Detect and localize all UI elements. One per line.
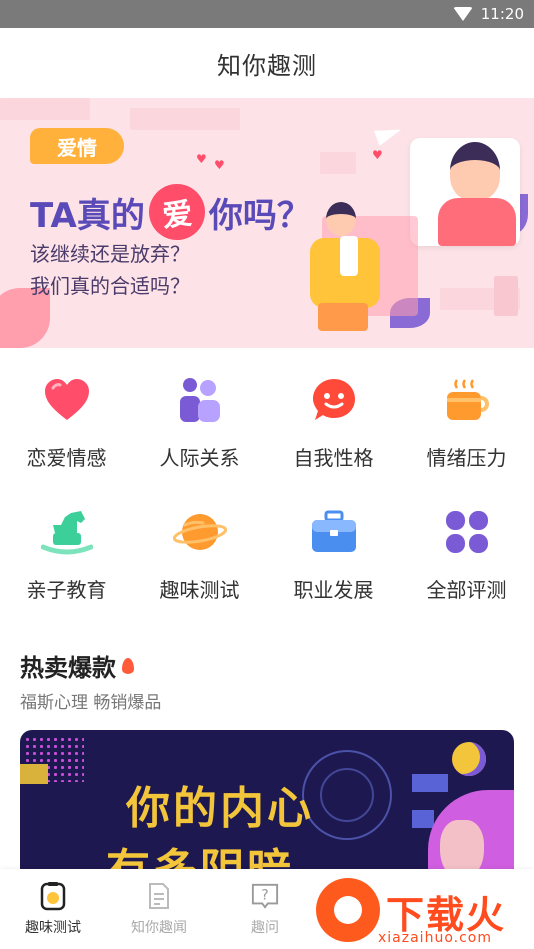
category-label: 情绪压力 bbox=[426, 446, 507, 470]
watermark-url: xiazaihuo.com bbox=[378, 930, 492, 946]
flame-icon bbox=[122, 657, 134, 674]
category-label: 恋爱情感 bbox=[26, 446, 107, 470]
page-title: 知你趣测 bbox=[217, 51, 317, 80]
man-illustration-legs bbox=[318, 303, 368, 331]
wifi-icon bbox=[452, 7, 473, 21]
banner-brick bbox=[0, 98, 90, 120]
section-title: 热卖爆款 bbox=[20, 648, 134, 683]
heart-icon: ♥ bbox=[372, 148, 383, 162]
nav-label: 趣味测试 bbox=[25, 920, 81, 936]
question-icon: ? bbox=[251, 881, 279, 911]
planet-icon bbox=[172, 504, 228, 560]
category-label: 职业发展 bbox=[293, 578, 374, 602]
section-subtitle: 福斯心理 畅销爆品 bbox=[20, 693, 162, 713]
strip-decoration bbox=[20, 764, 48, 784]
category-label: 全部评测 bbox=[426, 578, 507, 602]
moon-icon bbox=[452, 742, 486, 776]
banner-brick bbox=[494, 276, 518, 316]
status-bar: 11:20 bbox=[0, 0, 534, 28]
category-fun[interactable]: 趣味测试 bbox=[133, 480, 266, 612]
category-all[interactable]: 全部评测 bbox=[400, 480, 533, 612]
banner-brick bbox=[130, 108, 240, 130]
category-love[interactable]: 恋爱情感 bbox=[0, 348, 133, 480]
app-header: 知你趣测 bbox=[0, 28, 534, 98]
chat-face-icon bbox=[306, 372, 362, 428]
category-parenting[interactable]: 亲子教育 bbox=[0, 480, 133, 612]
site-watermark: 下载火 xiazaihuo.com bbox=[316, 878, 534, 949]
people-icon bbox=[172, 372, 228, 428]
promo-title-line1: 你的内心 bbox=[126, 783, 314, 834]
category-grid: 恋爱情感 人际关系 自我性格 情绪压力 亲子教育 趣味测试 职业发展 全部评测 bbox=[0, 348, 534, 618]
test-jar-icon bbox=[39, 881, 67, 911]
banner-brick bbox=[320, 152, 356, 174]
download-flame-logo bbox=[316, 878, 380, 942]
banner-subtitle-1: 该继续还是放弃？ bbox=[30, 242, 190, 266]
category-personality[interactable]: 自我性格 bbox=[267, 348, 400, 480]
nav-tab-questions[interactable]: ? 趣问 bbox=[212, 869, 318, 949]
svg-text:?: ? bbox=[261, 888, 268, 904]
category-career[interactable]: 职业发展 bbox=[267, 480, 400, 612]
banner-subtitle-2: 我们真的合适吗？ bbox=[30, 274, 190, 298]
banner-headline: TA真的 爱 你吗？ bbox=[30, 181, 311, 243]
status-bar-right: 11:20 bbox=[452, 0, 524, 28]
woman-illustration-body bbox=[438, 198, 516, 246]
block-decoration bbox=[412, 810, 434, 828]
nav-label: 知你趣闻 bbox=[131, 920, 187, 936]
category-emotion[interactable]: 情绪压力 bbox=[400, 348, 533, 480]
hot-product-card[interactable]: 你的内心 有多阴暗 bbox=[20, 730, 514, 880]
nav-label: 趣问 bbox=[251, 920, 279, 936]
headline-part2: 你吗？ bbox=[208, 195, 311, 236]
category-label: 自我性格 bbox=[293, 446, 374, 470]
heart-icon: ♥ bbox=[196, 152, 207, 166]
block-decoration bbox=[412, 774, 448, 792]
paper-plane-icon bbox=[374, 122, 404, 146]
woman-illustration bbox=[450, 142, 500, 200]
man-illustration bbox=[326, 202, 356, 236]
category-label: 亲子教育 bbox=[26, 578, 107, 602]
category-label: 趣味测试 bbox=[159, 578, 240, 602]
headline-part1: TA真的 bbox=[30, 195, 145, 236]
grid-clover-icon bbox=[439, 504, 495, 560]
category-label: 人际关系 bbox=[159, 446, 240, 470]
promo-banner[interactable]: ♥ ♥ ♥ 爱情 TA真的 爱 你吗？ 该继续还是放弃？ 我们真的合适吗？ bbox=[0, 98, 534, 348]
heart-icon bbox=[39, 372, 95, 428]
headline-love-badge: 爱 bbox=[146, 181, 208, 243]
category-tag: 爱情 bbox=[30, 128, 124, 164]
man-illustration-scarf bbox=[340, 236, 358, 276]
rocking-horse-icon bbox=[39, 504, 95, 560]
document-icon bbox=[145, 881, 173, 911]
hot-title-text: 热卖爆款 bbox=[20, 654, 116, 682]
nav-tab-fun-test[interactable]: 趣味测试 bbox=[0, 869, 106, 949]
heart-icon: ♥ bbox=[214, 158, 225, 172]
nav-tab-news[interactable]: 知你趣闻 bbox=[106, 869, 212, 949]
category-relationships[interactable]: 人际关系 bbox=[133, 348, 266, 480]
web-decoration bbox=[320, 768, 374, 822]
briefcase-icon bbox=[306, 504, 362, 560]
coffee-cup-icon bbox=[439, 372, 495, 428]
clock: 11:20 bbox=[480, 5, 524, 23]
